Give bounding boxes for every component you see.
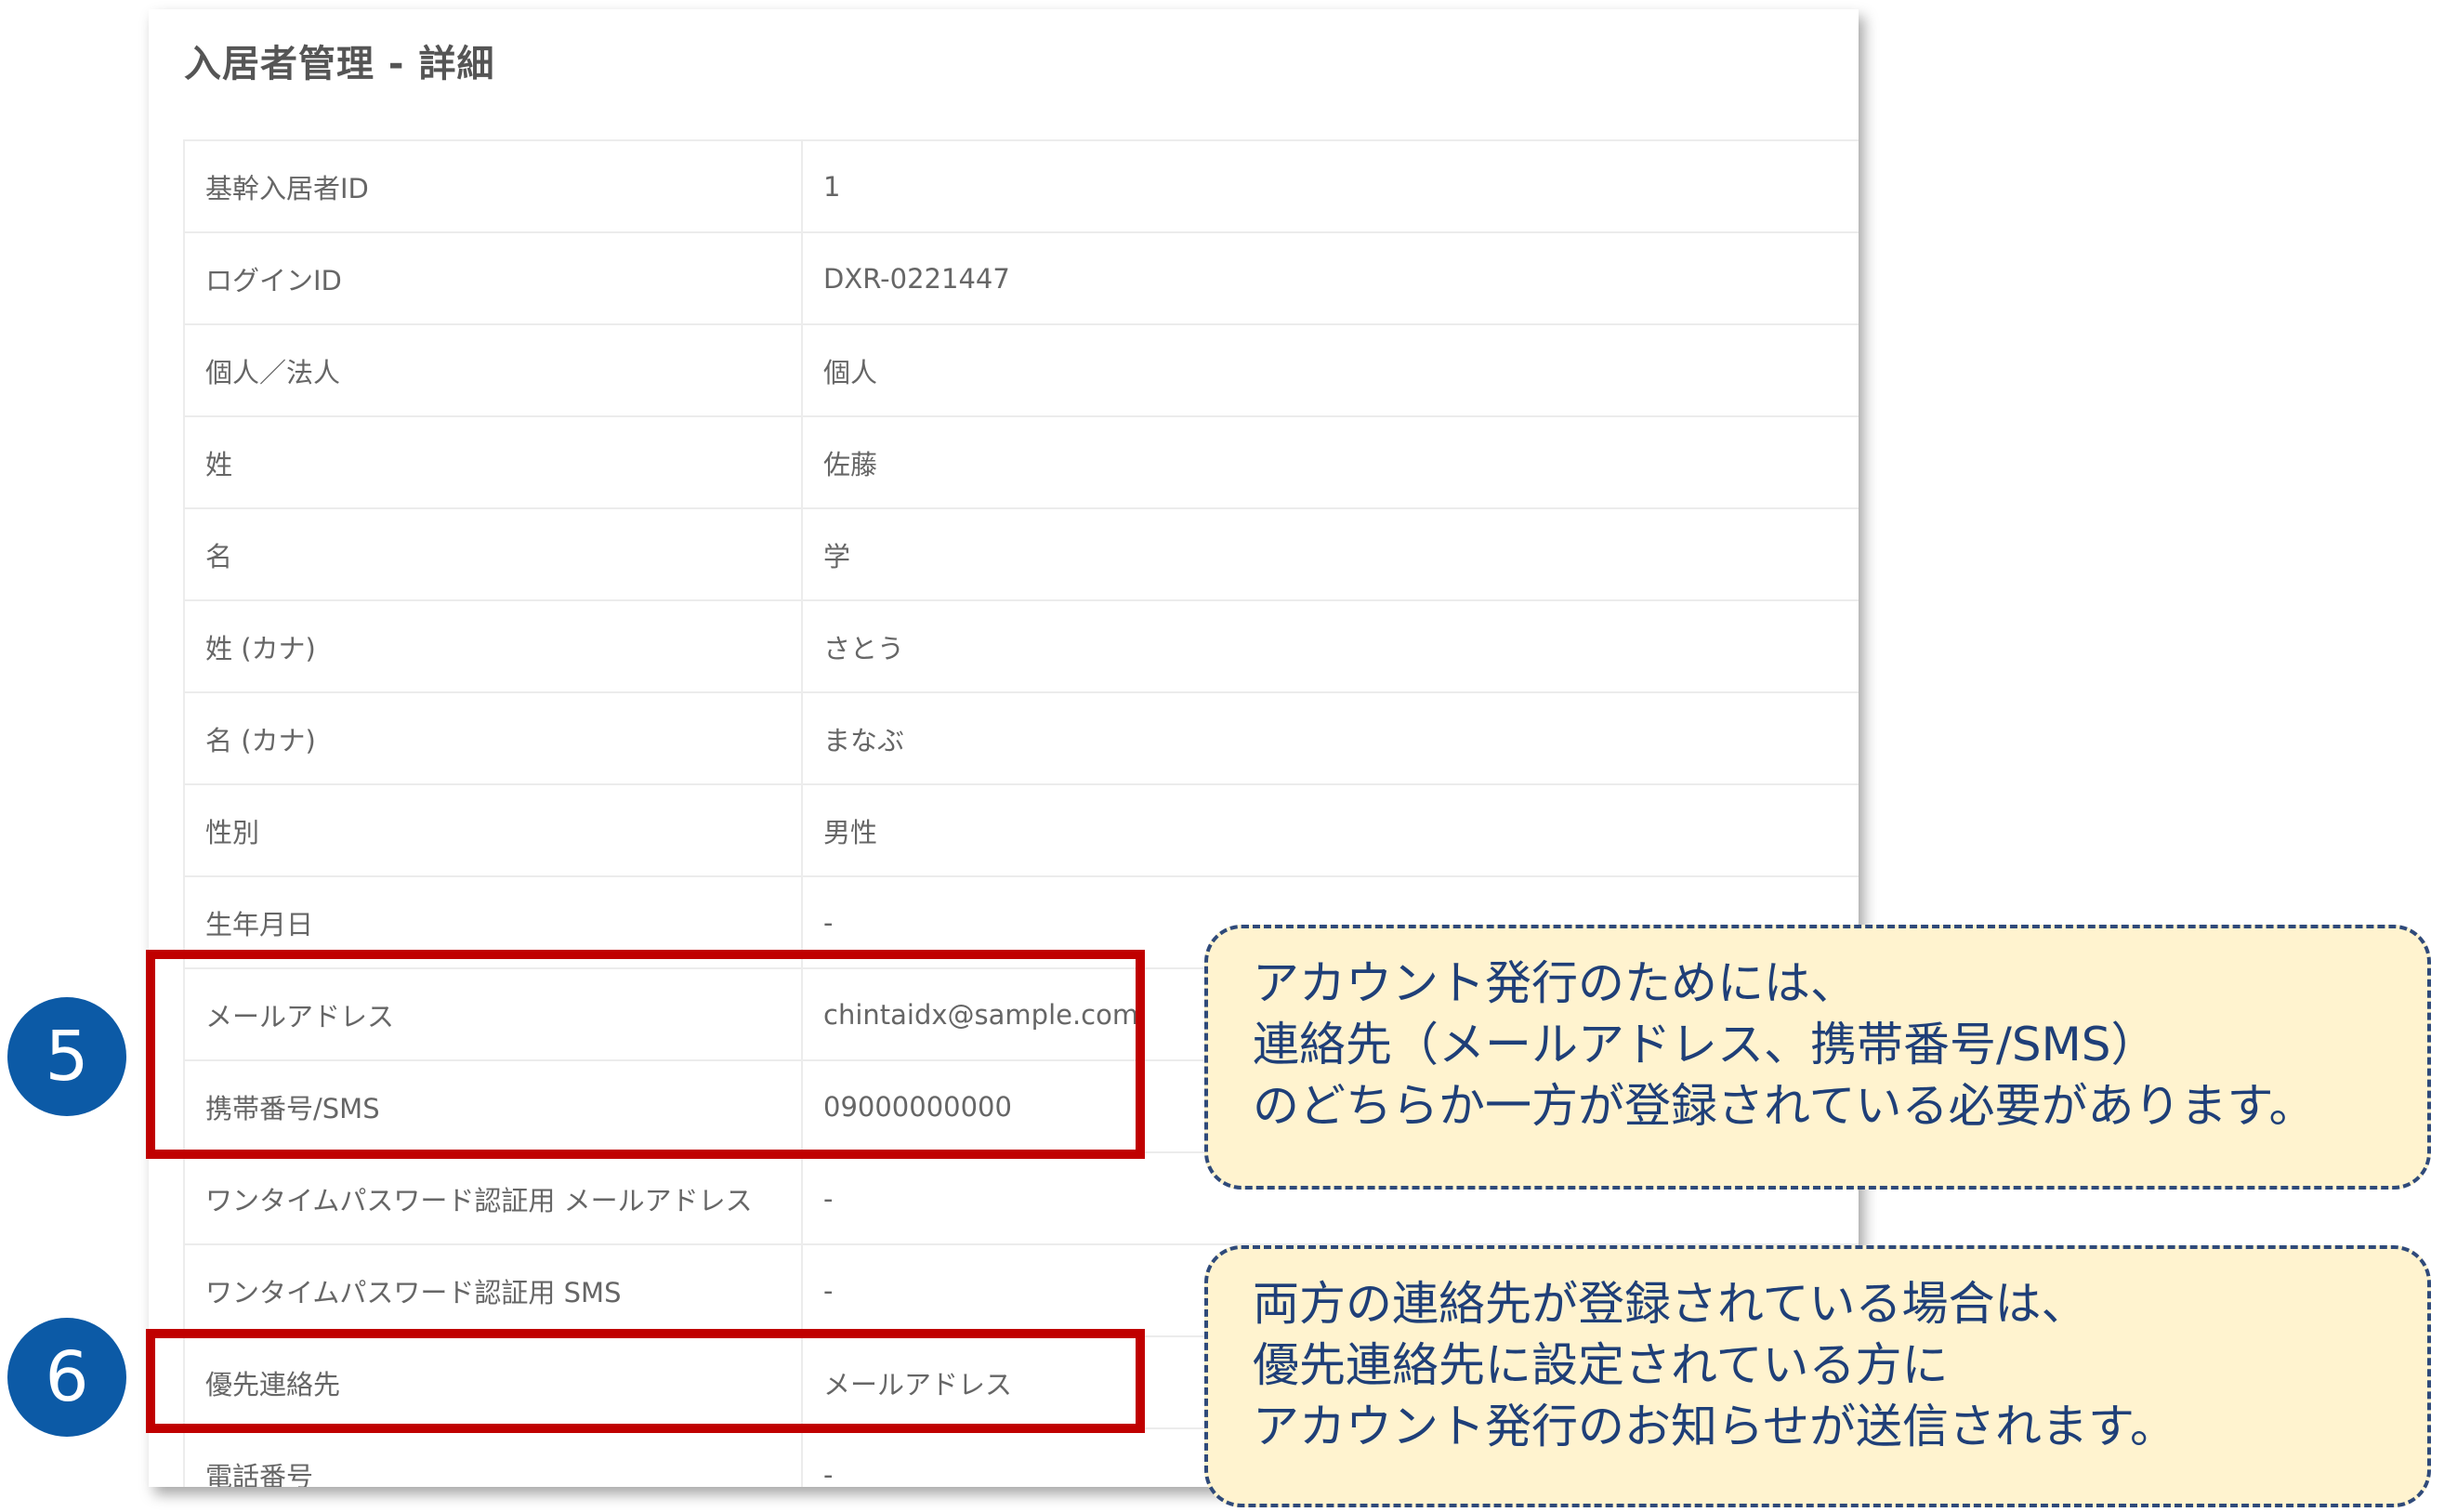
row-label-mobile-sms: 携帯番号/SMS [183, 1059, 803, 1153]
row-label-login-id: ログインID [183, 231, 803, 325]
step-6-callout: 両方の連絡先が登録されている場合は、 優先連絡先に設定されている方に アカウント… [1204, 1245, 2431, 1507]
row-label-otp-sms: ワンタイムパスワード認証用 SMS [183, 1243, 803, 1337]
callout-5-line-1: アカウント発行のためには、 [1253, 956, 1857, 1010]
row-label-phone-number: 電話番号 [183, 1427, 803, 1487]
screenshot-stage: 入居者管理 - 詳細 基幹入居者ID 1 ログインID DXR-0221447 … [0, 0, 2457, 1512]
row-label-first-name: 名 [183, 507, 803, 601]
page-title: 入居者管理 - 詳細 [184, 43, 495, 85]
table-row: 性別 男性 [183, 783, 1859, 877]
callout-5-line-3: のどちらか一方が登録されている必要があります。 [1253, 1079, 2316, 1133]
row-value-last-name-kana: さとう [801, 599, 1859, 693]
row-value-last-name: 佐藤 [801, 415, 1859, 509]
row-value-login-id: DXR-0221447 [801, 231, 1859, 325]
table-row: 基幹入居者ID 1 [183, 139, 1859, 233]
step-6-badge: 6 [7, 1318, 126, 1437]
row-value-first-name-kana: まなぶ [801, 691, 1859, 785]
row-value-entity-type: 個人 [801, 323, 1859, 417]
table-row: 名 学 [183, 507, 1859, 601]
row-label-core-resident-id: 基幹入居者ID [183, 139, 803, 233]
row-value-core-resident-id: 1 [801, 139, 1859, 233]
callout-6-line-3: アカウント発行のお知らせが送信されます。 [1253, 1400, 2176, 1453]
table-row: 個人／法人 個人 [183, 323, 1859, 417]
callout-6-line-2: 優先連絡先に設定されている方に [1253, 1338, 1949, 1392]
table-row: 姓 (カナ) さとう [183, 599, 1859, 693]
row-label-birth-date: 生年月日 [183, 875, 803, 969]
row-value-gender: 男性 [801, 783, 1859, 877]
row-label-otp-email: ワンタイムパスワード認証用 メールアドレス [183, 1151, 803, 1245]
table-row: 姓 佐藤 [183, 415, 1859, 509]
table-row: ログインID DXR-0221447 [183, 231, 1859, 325]
row-label-entity-type: 個人／法人 [183, 323, 803, 417]
row-label-preferred-contact: 優先連絡先 [183, 1335, 803, 1429]
callout-5-line-2: 連絡先（メールアドレス、携帯番号/SMS） [1253, 1018, 2158, 1072]
callout-6-line-1: 両方の連絡先が登録されている場合は、 [1253, 1277, 2088, 1331]
step-5-badge: 5 [7, 997, 126, 1116]
row-label-email: メールアドレス [183, 967, 803, 1061]
table-row: 名 (カナ) まなぶ [183, 691, 1859, 785]
row-label-last-name-kana: 姓 (カナ) [183, 599, 803, 693]
row-label-gender: 性別 [183, 783, 803, 877]
row-label-first-name-kana: 名 (カナ) [183, 691, 803, 785]
step-5-callout: アカウント発行のためには、 連絡先（メールアドレス、携帯番号/SMS） のどちら… [1204, 925, 2431, 1190]
row-label-last-name: 姓 [183, 415, 803, 509]
row-value-first-name: 学 [801, 507, 1859, 601]
